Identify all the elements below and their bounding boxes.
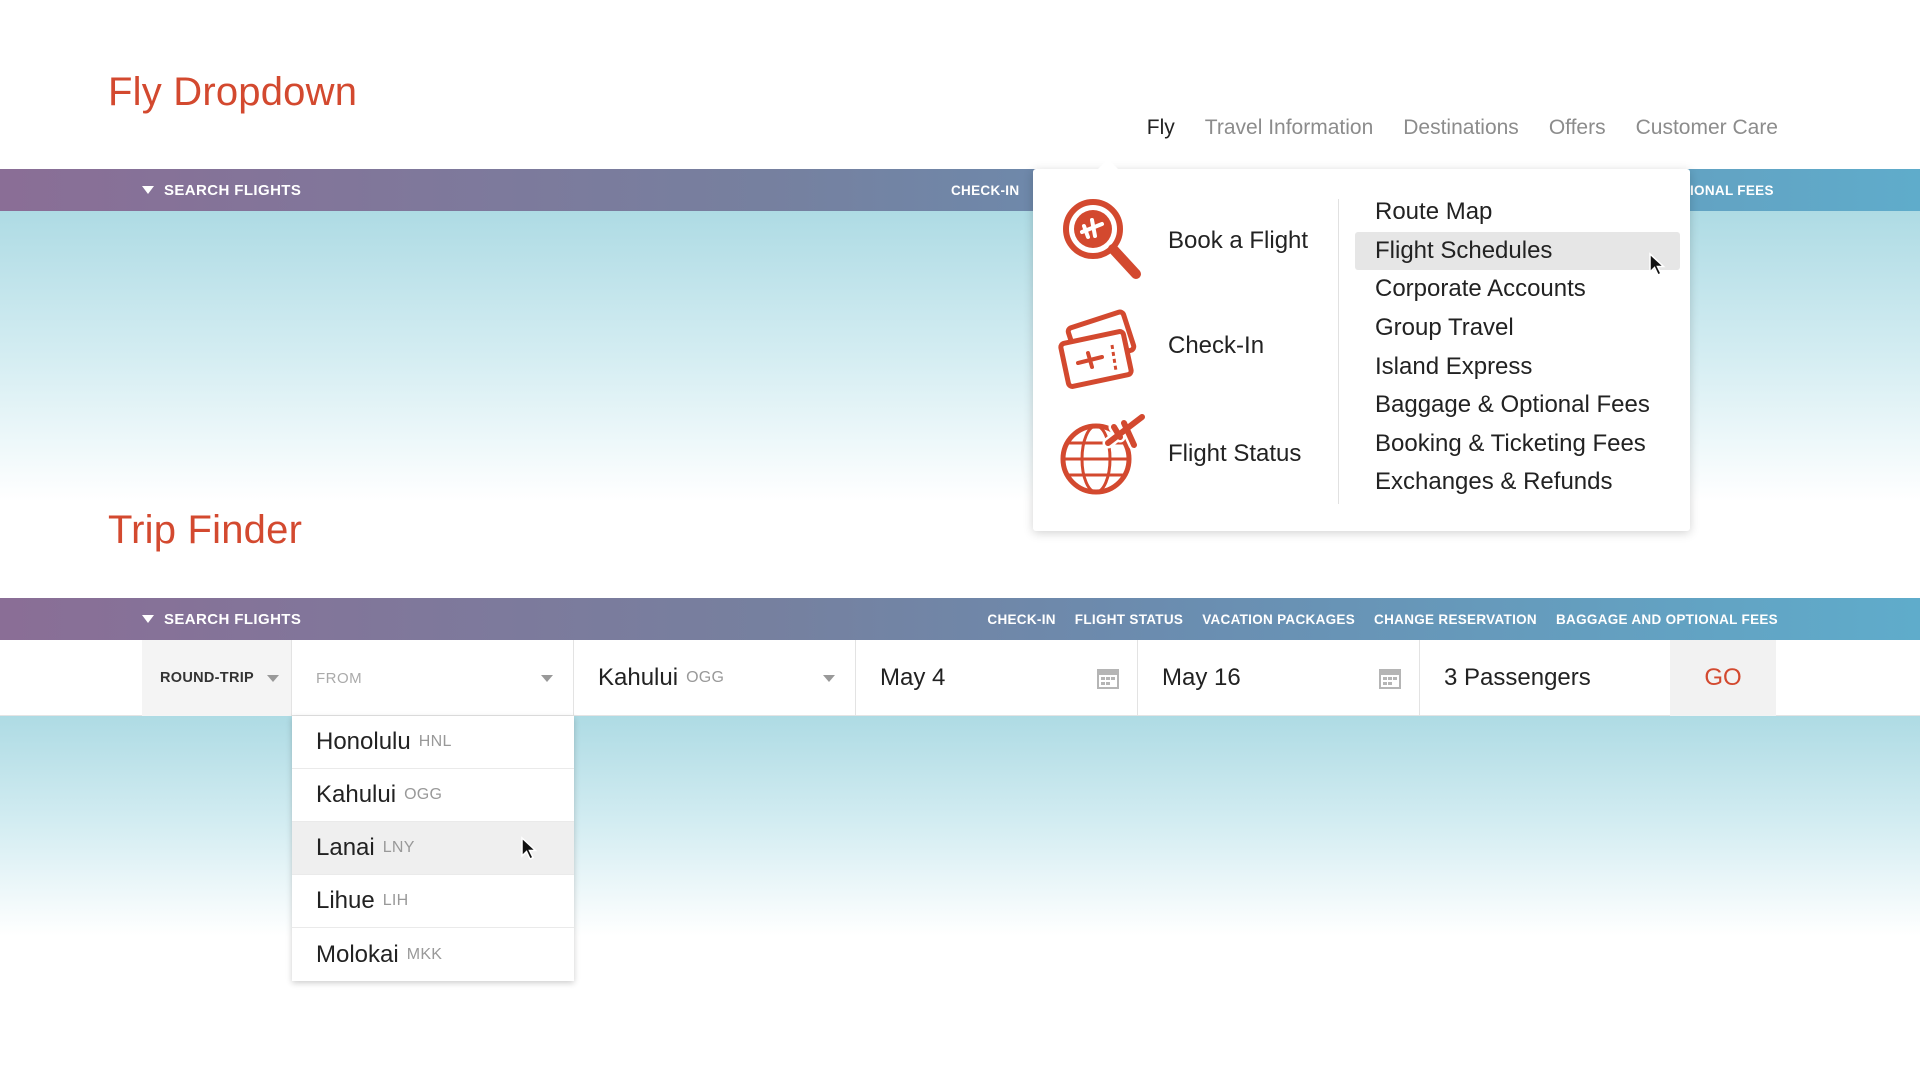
airport-option-kahului[interactable]: Kahului OGG [292,769,574,822]
fly-link-exchanges-refunds[interactable]: Exchanges & Refunds [1355,463,1680,502]
airport-city: Lihue [316,887,375,914]
trip-finder-form: ROUND-TRIP FROM Kahului OGG May 4 May 16 [142,640,1776,716]
airport-code: LNY [382,839,415,856]
fly-link-route-map[interactable]: Route Map [1355,193,1680,232]
airport-option-molokai[interactable]: Molokai MKK [292,928,574,981]
airport-code: LIH [382,892,409,909]
dropdown-caret [1098,159,1118,169]
passengers-value: 3 Passengers [1444,664,1591,691]
fly-link-flight-schedules[interactable]: Flight Schedules [1355,231,1680,271]
from-placeholder: FROM [316,669,363,687]
trip-type-select[interactable]: ROUND-TRIP [142,640,292,716]
airport-city: Honolulu [316,728,411,755]
fly-dropdown-title: Fly Dropdown [108,70,358,114]
airport-option-honolulu[interactable]: Honolulu HNL [292,716,574,769]
airport-city: Molokai [316,940,399,968]
depart-date-field[interactable]: May 4 [856,640,1138,716]
calendar-icon [1097,669,1119,689]
triangle-down-icon [142,615,154,623]
search-flights-toggle[interactable]: SEARCH FLIGHTS [142,598,301,640]
depart-date-value: May 4 [880,664,946,691]
magnifier-plane-icon [1063,199,1141,279]
search-flights-label: SEARCH FLIGHTS [164,181,302,199]
chevron-down-icon [541,675,553,682]
airport-code: HNL [418,733,452,750]
return-date-value: May 16 [1162,664,1241,691]
fly-link-baggage-fees[interactable]: Baggage & Optional Fees [1355,386,1680,425]
boarding-pass-icon [1058,309,1137,389]
fly-links-list: Route Map Flight Schedules Corporate Acc… [1355,193,1680,502]
return-date-field[interactable]: May 16 [1138,640,1420,716]
bar-link-vacation-packages[interactable]: VACATION PACKAGES [1202,612,1355,627]
top-nav: Fly Travel Information Destinations Offe… [1147,116,1778,140]
calendar-icon [1379,669,1401,689]
search-flights-label: SEARCH FLIGHTS [164,610,302,628]
from-airport-select[interactable]: FROM [292,640,574,716]
nav-travel-information[interactable]: Travel Information [1205,116,1373,140]
fly-link-island-express[interactable]: Island Express [1355,347,1680,386]
nav-customer-care[interactable]: Customer Care [1636,116,1778,140]
bar-link-baggage-fees[interactable]: BAGGAGE AND OPTIONAL FEES [1556,612,1778,627]
triangle-down-icon [142,186,154,194]
bar-link-check-in[interactable]: CHECK-IN [951,169,1019,211]
fly-link-booking-fees[interactable]: Booking & Ticketing Fees [1355,425,1680,464]
feature-label: Check-In [1168,332,1265,359]
nav-fly[interactable]: Fly [1147,116,1175,140]
bar-links: CHECK-IN FLIGHT STATUS VACATION PACKAGES… [987,598,1778,640]
fly-dropdown-panel: Book a Flight Check-In Flight Status Rou… [1033,159,1690,531]
to-code: OGG [686,669,725,686]
bar-link-flight-status[interactable]: FLIGHT STATUS [1075,612,1183,627]
airport-option-lihue[interactable]: Lihue LIH [292,875,574,928]
fly-link-group-travel[interactable]: Group Travel [1355,309,1680,348]
nav-offers[interactable]: Offers [1549,116,1606,140]
airport-code: OGG [404,786,443,803]
trip-finder-title: Trip Finder [108,508,303,552]
passengers-select[interactable]: 3 Passengers [1420,640,1670,716]
mouse-cursor-icon [521,836,538,861]
search-flights-toggle[interactable]: SEARCH FLIGHTS [142,169,301,211]
to-city: Kahului [598,664,679,691]
sky-background [0,716,1920,936]
fly-link-corporate-accounts[interactable]: Corporate Accounts [1355,270,1680,309]
go-button[interactable]: GO [1670,640,1776,716]
chevron-down-icon [823,675,835,682]
airport-code: MKK [406,945,443,963]
trip-type-value: ROUND-TRIP [160,670,255,686]
dropdown-divider [1338,199,1339,504]
chevron-down-icon [267,675,279,682]
search-bar-trip-finder: SEARCH FLIGHTS CHECK-IN FLIGHT STATUS VA… [0,598,1920,640]
airport-city: Lanai [316,834,375,861]
to-airport-select[interactable]: Kahului OGG [574,640,856,716]
globe-plane-icon [1060,411,1148,495]
feature-flight-status[interactable]: Flight Status [1058,409,1301,499]
feature-label: Flight Status [1168,440,1302,467]
feature-check-in[interactable]: Check-In [1058,301,1264,391]
mouse-cursor-icon [1649,252,1666,277]
bar-link-optional-fees[interactable]: IONAL FEES [1690,169,1774,211]
feature-book-a-flight[interactable]: Book a Flight [1058,196,1308,286]
bar-link-change-reservation[interactable]: CHANGE RESERVATION [1374,612,1537,627]
feature-label: Book a Flight [1168,227,1309,254]
nav-destinations[interactable]: Destinations [1403,116,1519,140]
airport-city: Kahului [316,781,397,808]
bar-link-check-in[interactable]: CHECK-IN [987,612,1055,627]
